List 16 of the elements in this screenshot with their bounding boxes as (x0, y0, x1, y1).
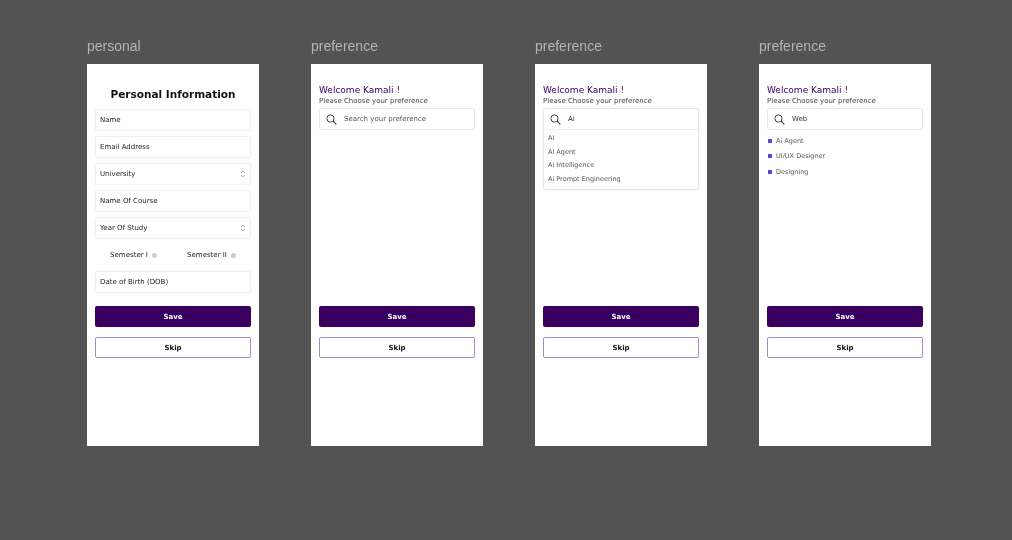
search-icon (550, 113, 561, 125)
frame-label: preference (759, 37, 827, 56)
search-icon (326, 113, 337, 125)
greeting: Welcome Kamali ! (767, 85, 850, 95)
bullet-icon (768, 138, 772, 143)
greeting: Welcome Kamali ! (543, 85, 626, 95)
updown-icon (240, 223, 246, 233)
updown-icon (240, 169, 246, 179)
frame-label: preference (311, 37, 379, 56)
search-icon (774, 113, 785, 125)
form-title: Personal Information (109, 88, 237, 100)
bullet-icon (768, 154, 772, 159)
frame-label: preference (535, 37, 603, 56)
bullet-icon (768, 169, 772, 174)
frame-label: personal (87, 37, 142, 56)
greeting: Welcome Kamali ! (319, 85, 402, 95)
